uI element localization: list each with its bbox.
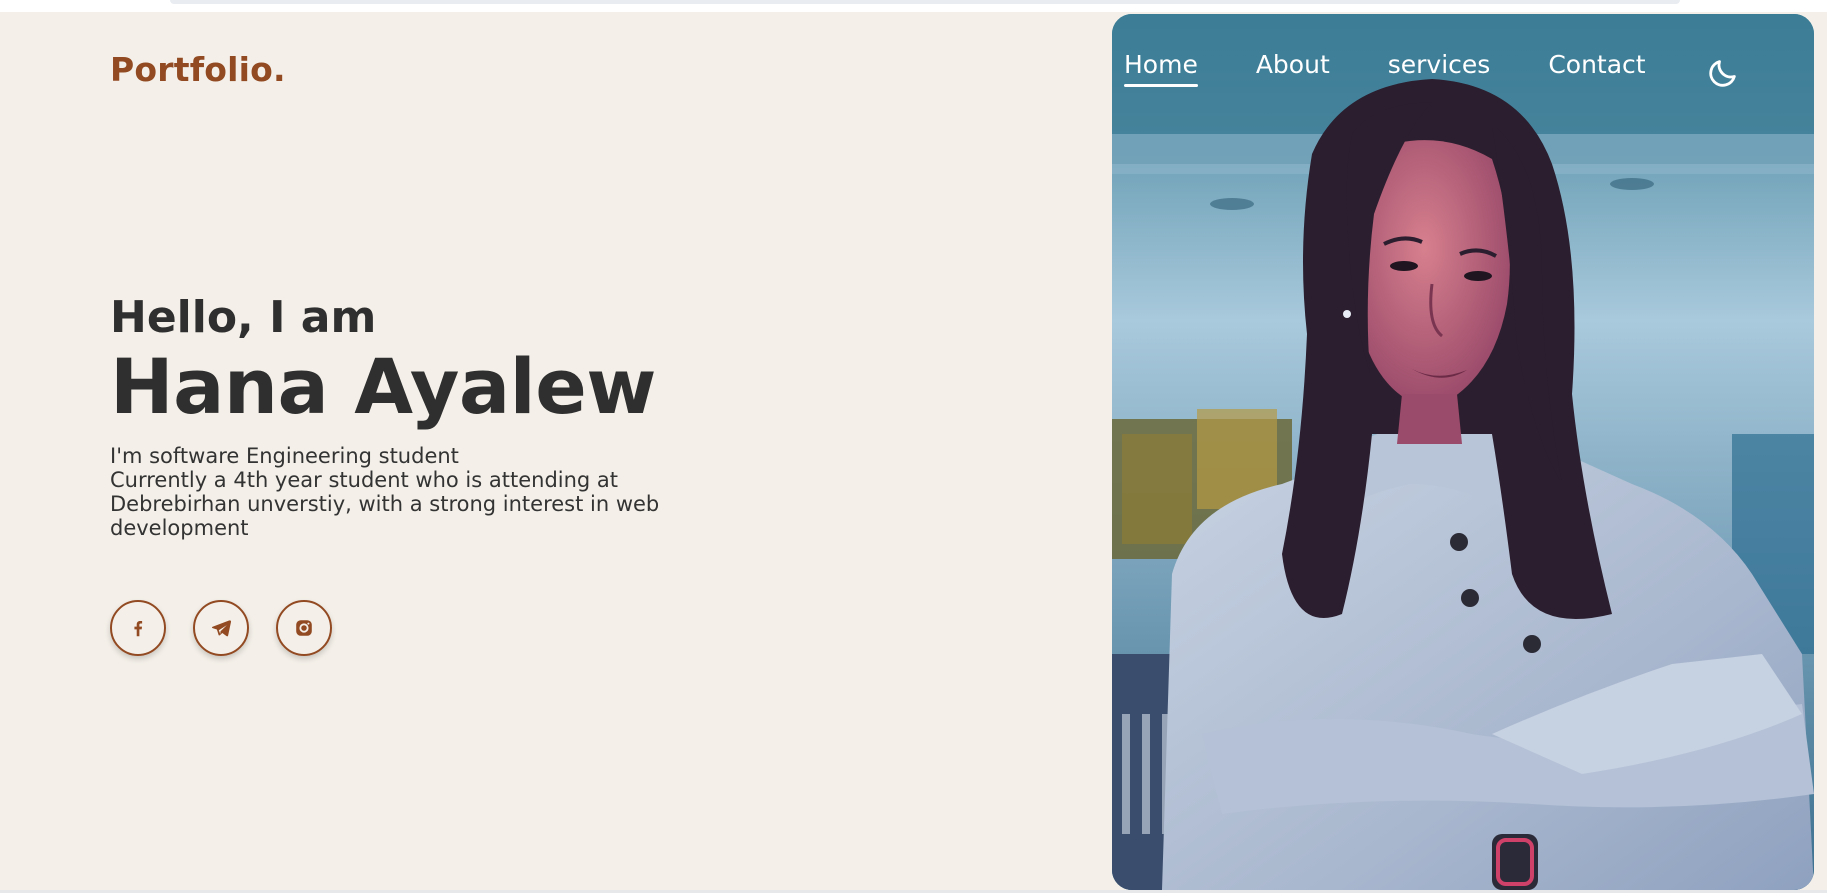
instagram-button[interactable] — [276, 600, 332, 656]
facebook-icon — [134, 620, 143, 637]
nav-services[interactable]: services — [1388, 50, 1491, 85]
profile-photo-illustration — [1112, 14, 1814, 890]
hero-section: Hello, I am Hana Ayalew I'm software Eng… — [110, 292, 750, 540]
hero-bio: I'm software Engineering student Current… — [110, 444, 730, 540]
browser-address-bar-edge — [170, 0, 1680, 4]
nav-about[interactable]: About — [1256, 50, 1330, 85]
nav-contact[interactable]: Contact — [1548, 50, 1645, 85]
theme-toggle-button[interactable] — [1706, 56, 1740, 90]
nav-home[interactable]: Home — [1124, 50, 1198, 87]
bio-line-1: I'm software Engineering student — [110, 444, 459, 468]
profile-photo — [1112, 14, 1814, 890]
moon-icon — [1709, 60, 1736, 87]
hero-greeting: Hello, I am — [110, 292, 377, 343]
instagram-icon — [296, 620, 312, 636]
bio-line-2: Currently a 4th year student who is atte… — [110, 468, 660, 540]
main-nav: Home About services Contact — [1124, 50, 1704, 87]
telegram-button[interactable] — [193, 600, 249, 656]
facebook-button[interactable] — [110, 600, 166, 656]
telegram-icon — [211, 620, 232, 637]
hero-name: Hana Ayalew — [110, 342, 656, 431]
site-logo[interactable]: Portfolio. — [110, 50, 286, 89]
social-links — [110, 600, 332, 656]
